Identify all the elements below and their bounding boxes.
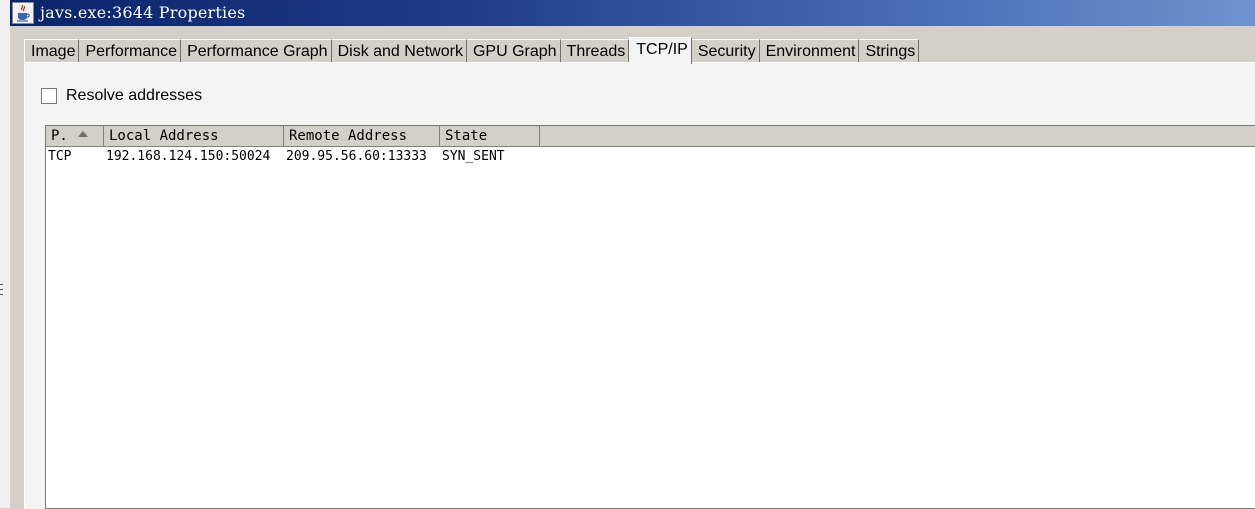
resolve-addresses-option[interactable]: Resolve addresses <box>41 87 202 105</box>
tab-performance[interactable]: Performance <box>79 39 182 63</box>
tab-security[interactable]: Security <box>691 39 760 63</box>
resolve-addresses-label[interactable]: Resolve addresses <box>66 87 202 105</box>
cell-state: SYN_SENT <box>442 149 505 164</box>
tcp-ip-panel: Resolve addresses P. Local Address Remot… <box>24 62 1255 509</box>
edge-mark <box>0 289 3 290</box>
column-header-state[interactable]: State <box>440 126 540 146</box>
column-header-local-address[interactable]: Local Address <box>104 126 284 146</box>
column-header-remote-address[interactable]: Remote Address <box>284 126 440 146</box>
cell-local-address: 192.168.124.150:50024 <box>106 149 271 164</box>
sort-ascending-icon <box>77 131 88 137</box>
table-row[interactable]: TCP 192.168.124.150:50024 209.95.56.60:1… <box>46 148 1255 166</box>
tab-environment[interactable]: Environment <box>759 39 860 63</box>
tab-tcp-ip[interactable]: TCP/IP <box>629 37 692 64</box>
column-header-protocol[interactable]: P. <box>46 126 104 146</box>
connections-list[interactable]: P. Local Address Remote Address State TC… <box>45 125 1255 509</box>
tab-gpu-graph[interactable]: GPU Graph <box>466 39 561 63</box>
tab-strings[interactable]: Strings <box>859 39 920 63</box>
tab-image[interactable]: Image <box>24 39 80 63</box>
tab-strip: Image Performance Performance Graph Disk… <box>24 36 920 64</box>
window-title: javs.exe:3644 Properties <box>40 3 246 22</box>
java-cup-icon <box>12 2 34 24</box>
list-header: P. Local Address Remote Address State <box>46 126 1255 147</box>
properties-dialog: Image Performance Performance Graph Disk… <box>10 26 1255 509</box>
title-bar[interactable]: javs.exe:3644 Properties <box>10 0 1255 26</box>
resolve-addresses-checkbox[interactable] <box>41 88 57 104</box>
cell-remote-address: 209.95.56.60:13333 <box>286 149 427 164</box>
tab-performance-graph[interactable]: Performance Graph <box>181 39 332 63</box>
edge-mark <box>0 284 3 285</box>
cell-protocol: TCP <box>48 149 72 164</box>
edge-mark <box>0 294 3 295</box>
column-header-label: P. <box>51 128 68 144</box>
tab-threads[interactable]: Threads <box>560 39 630 63</box>
tab-disk-and-network[interactable]: Disk and Network <box>331 39 467 63</box>
